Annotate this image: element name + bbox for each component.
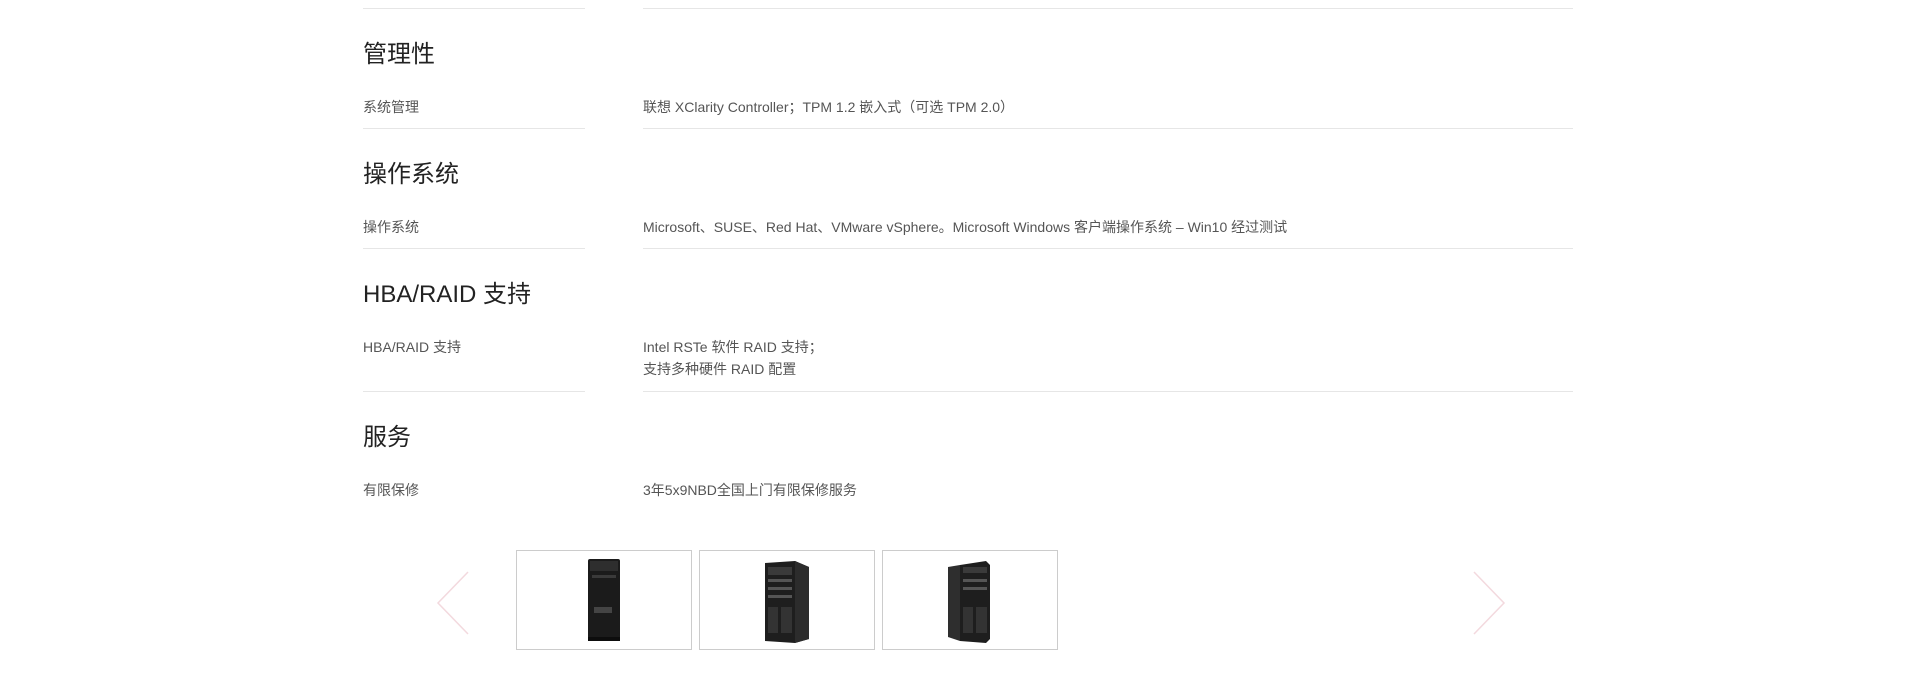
divider-right (643, 128, 1573, 129)
divider-right (643, 8, 1573, 9)
divider-right (643, 391, 1573, 392)
divider-left (363, 8, 585, 9)
spec-label-warranty: 有限保修 (363, 482, 419, 498)
carousel-next-button[interactable] (1466, 568, 1510, 638)
product-thumbnail-3[interactable] (882, 550, 1058, 650)
divider-left (363, 248, 585, 249)
tower-server-angled-icon (948, 561, 990, 643)
product-image-carousel (0, 548, 1920, 658)
section-title-manageability: 管理性 (363, 41, 435, 68)
tower-server-angled-icon (765, 561, 809, 643)
tower-server-front-icon (588, 559, 620, 641)
spec-value-hba-raid-line-2: 支持多种硬件 RAID 配置 (643, 361, 797, 377)
chevron-right-icon (1473, 571, 1506, 635)
spec-label-operating-system: 操作系统 (363, 219, 419, 235)
section-title-operating-system: 操作系统 (363, 161, 459, 188)
divider-left (363, 391, 585, 392)
spec-label-system-management: 系统管理 (363, 99, 419, 115)
spec-value-hba-raid-line-1: Intel RSTe 软件 RAID 支持； (643, 339, 823, 355)
carousel-prev-button[interactable] (432, 568, 476, 638)
spec-page: 管理性 系统管理 联想 XClarity Controller；TPM 1.2 … (0, 0, 1920, 677)
divider-left (363, 128, 585, 129)
product-thumbnail-2[interactable] (699, 550, 875, 650)
divider-right (643, 248, 1573, 249)
spec-value-operating-system: Microsoft、SUSE、Red Hat、VMware vSphere。Mi… (643, 219, 1288, 235)
chevron-left-icon (436, 571, 469, 635)
product-thumbnail-1[interactable] (516, 550, 692, 650)
spec-label-hba-raid: HBA/RAID 支持 (363, 339, 462, 355)
spec-value-system-management: 联想 XClarity Controller；TPM 1.2 嵌入式（可选 TP… (643, 99, 1015, 115)
spec-value-warranty: 3年5x9NBD全国上门有限保修服务 (643, 482, 857, 498)
section-title-hba-raid: HBA/RAID 支持 (363, 281, 532, 308)
section-title-service: 服务 (363, 424, 411, 451)
